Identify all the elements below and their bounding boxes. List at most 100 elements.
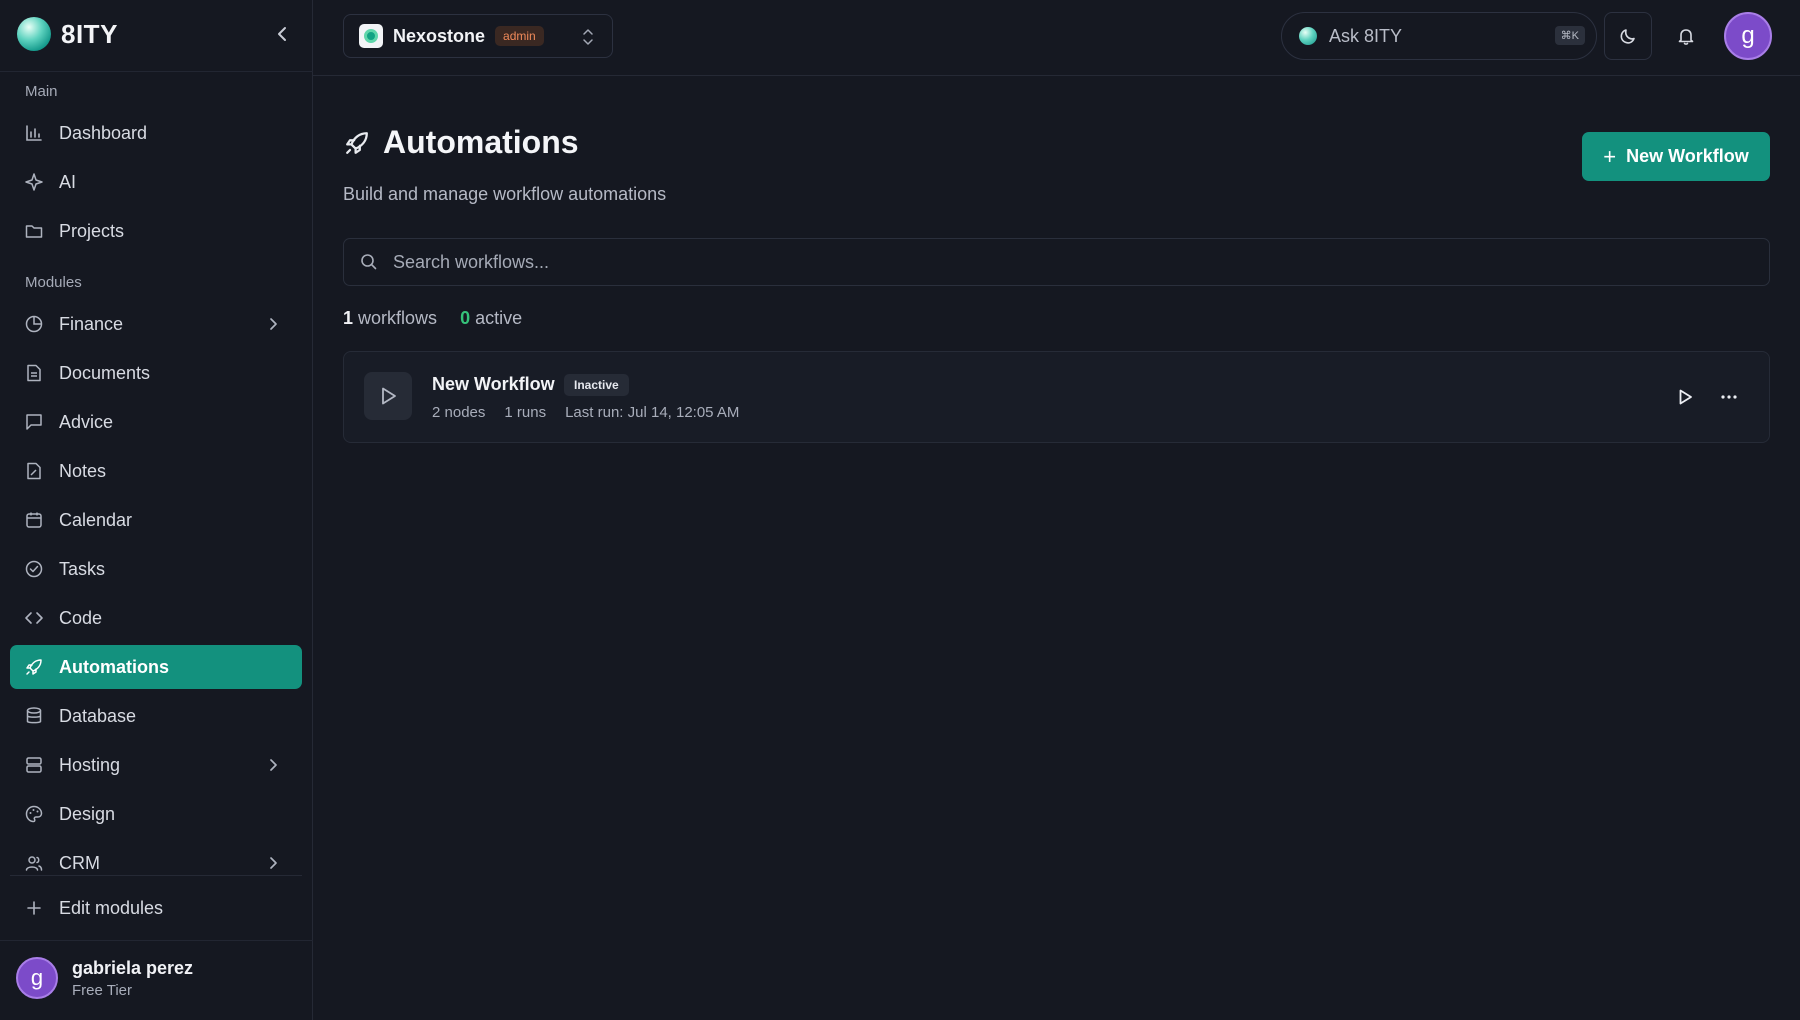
play-icon <box>1679 389 1692 405</box>
bar-chart-icon <box>24 123 44 143</box>
search-box <box>343 238 1770 286</box>
sidebar-item-ai[interactable]: AI <box>10 160 302 204</box>
app: 8ITY Main Dashboard AI Projects Modules … <box>0 0 1800 1020</box>
run-workflow-button[interactable] <box>1670 382 1700 412</box>
topbar: Nexostone admin Ask 8ITY ⌘K g <box>313 0 1800 76</box>
chevron-left-icon <box>278 27 286 41</box>
sidebar-item-code[interactable]: Code <box>10 596 302 640</box>
org-name: Nexostone <box>393 25 486 46</box>
avatar: g <box>16 957 58 999</box>
plus-icon: + <box>1603 143 1617 169</box>
chevron-right-icon <box>264 756 282 774</box>
sidebar-item-crm[interactable]: CRM <box>10 841 302 885</box>
sidebar-item-label: Notes <box>59 460 107 481</box>
theme-toggle-button[interactable] <box>1604 12 1652 60</box>
divider <box>0 940 313 941</box>
notes-icon <box>24 461 44 481</box>
page-subtitle: Build and manage workflow automations <box>343 184 667 204</box>
sidebar-item-label: Code <box>59 607 103 628</box>
sidebar-item-design[interactable]: Design <box>10 792 302 836</box>
workflow-last-run: Last run: Jul 14, 12:05 AM <box>565 404 740 421</box>
active-count: 0 <box>460 308 471 328</box>
sidebar-item-calendar[interactable]: Calendar <box>10 498 302 542</box>
workflow-meta: 2 nodes 1 runs Last run: Jul 14, 12:05 A… <box>432 404 758 421</box>
brand-name: 8ITY <box>61 18 118 49</box>
brand-logo <box>17 17 51 51</box>
assistant-logo-icon <box>1299 27 1317 45</box>
workflows-count: 1 <box>343 308 354 328</box>
sidebar-item-label: Design <box>59 803 116 824</box>
sidebar-item-notes[interactable]: Notes <box>10 449 302 493</box>
search-input[interactable] <box>393 251 1693 273</box>
moon-icon <box>1620 29 1635 44</box>
user-avatar-button[interactable]: g <box>1724 12 1772 60</box>
palette-icon <box>24 804 44 824</box>
sidebar-item-label: Advice <box>59 411 114 432</box>
sidebar-item-projects[interactable]: Projects <box>10 209 302 253</box>
folder-icon <box>24 221 44 241</box>
sidebar-item-dashboard[interactable]: Dashboard <box>10 111 302 155</box>
sidebar-item-label: Calendar <box>59 509 133 530</box>
org-logo <box>359 24 383 48</box>
check-circle-icon <box>24 559 44 579</box>
page-header: Automations <box>343 124 579 161</box>
sidebar-item-label: Database <box>59 705 137 726</box>
workflow-runs: 1 runs <box>504 404 547 421</box>
sidebar-item-label: CRM <box>59 852 100 873</box>
user-tier: Free Tier <box>72 981 133 999</box>
sidebar: 8ITY Main Dashboard AI Projects Modules … <box>0 0 313 1020</box>
new-workflow-button[interactable]: + New Workflow <box>1582 132 1770 181</box>
server-icon <box>24 755 44 775</box>
ask-assistant-button[interactable]: Ask 8ITY ⌘K <box>1281 12 1597 60</box>
sidebar-item-tasks[interactable]: Tasks <box>10 547 302 591</box>
rocket-icon <box>24 657 44 677</box>
bell-icon <box>1678 29 1694 45</box>
org-switcher[interactable]: Nexostone admin <box>343 14 613 58</box>
more-horizontal-icon <box>1721 395 1737 399</box>
more-options-button[interactable] <box>1714 382 1744 412</box>
chevron-right-icon <box>264 315 282 333</box>
new-workflow-label: New Workflow <box>1626 146 1749 166</box>
sidebar-item-automations[interactable]: Automations <box>10 645 302 689</box>
status-badge: Inactive <box>564 374 629 396</box>
workflow-stats: 1 workflows 0 active <box>343 308 522 329</box>
divider <box>0 71 313 72</box>
sidebar-item-hosting[interactable]: Hosting <box>10 743 302 787</box>
sidebar-item-advice[interactable]: Advice <box>10 400 302 444</box>
document-icon <box>24 363 44 383</box>
sidebar-item-label: Projects <box>59 220 125 241</box>
sparkle-icon <box>24 172 44 192</box>
message-icon <box>24 412 44 432</box>
workflow-play-icon <box>364 372 412 420</box>
sidebar-item-label: Dashboard <box>59 122 148 143</box>
sidebar-item-documents[interactable]: Documents <box>10 351 302 395</box>
users-icon <box>24 853 44 873</box>
edit-modules-button[interactable]: Edit modules <box>10 886 302 930</box>
shortcut-hint: ⌘K <box>1554 26 1585 45</box>
sidebar-item-finance[interactable]: Finance <box>10 302 302 346</box>
pie-chart-icon <box>24 314 44 334</box>
sidebar-item-label: AI <box>59 171 77 192</box>
ask-label: Ask 8ITY <box>1329 25 1403 46</box>
workflow-name: New Workflow <box>432 374 555 394</box>
brand[interactable]: 8ITY <box>17 16 297 52</box>
workflow-nodes: 2 nodes <box>432 404 486 421</box>
code-icon <box>24 608 44 628</box>
sidebar-item-label: Documents <box>59 362 151 383</box>
page-title: Automations <box>383 124 579 160</box>
chevron-right-icon <box>264 854 282 872</box>
workflow-card[interactable]: New Workflow Inactive 2 nodes 1 runs Las… <box>343 351 1770 443</box>
active-label: active <box>475 308 523 328</box>
divider <box>10 875 302 876</box>
sidebar-item-label: Finance <box>59 313 124 334</box>
role-badge: admin <box>495 26 544 46</box>
sidebar-item-database[interactable]: Database <box>10 694 302 738</box>
sidebar-item-label: Tasks <box>59 558 106 579</box>
collapse-sidebar-button[interactable] <box>272 22 292 46</box>
edit-modules-label: Edit modules <box>59 897 164 918</box>
workflows-label: workflows <box>358 308 438 328</box>
user-name: gabriela perez <box>72 957 194 978</box>
notifications-button[interactable] <box>1662 12 1710 60</box>
user-profile[interactable]: g gabriela perez Free Tier <box>16 957 193 999</box>
sidebar-item-label: Hosting <box>59 754 121 775</box>
